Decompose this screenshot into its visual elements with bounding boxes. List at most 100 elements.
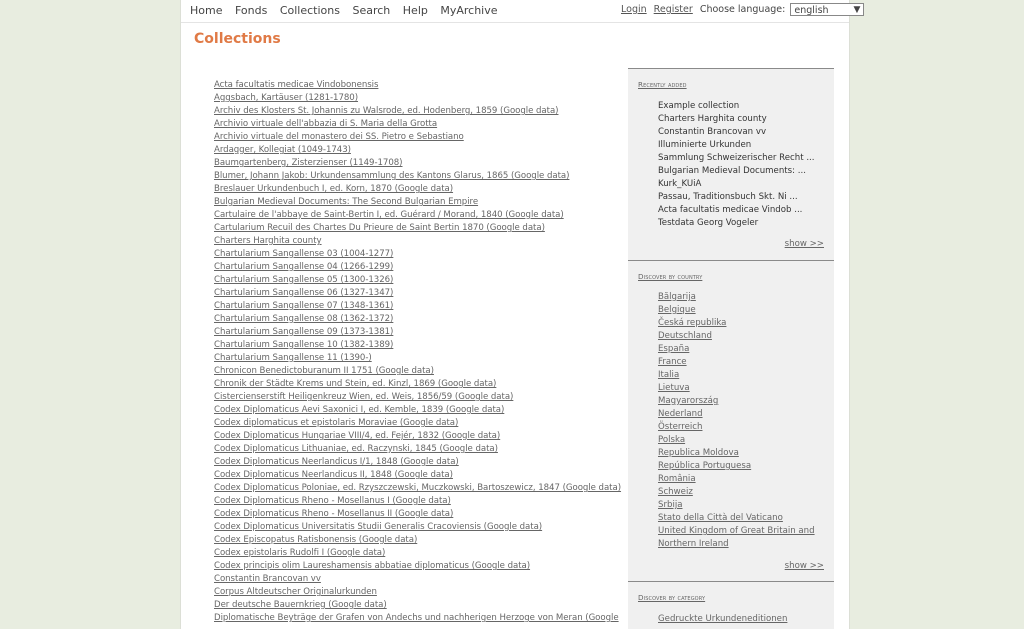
login-link[interactable]: Login (621, 4, 647, 15)
category-title[interactable]: Discover by category (638, 593, 705, 602)
recent-collection-item: Bulgarian Medieval Documents: ... (658, 166, 806, 176)
nav-myarchive[interactable]: MyArchive (440, 4, 497, 17)
country-link[interactable]: România (658, 473, 828, 486)
collection-link[interactable]: Charters Harghita county (214, 235, 634, 248)
country-link[interactable]: Lietuva (658, 382, 828, 395)
page-container: Home Fonds Collections Search Help MyArc… (180, 0, 865, 629)
collection-link[interactable]: Chartularium Sangallense 04 (1266-1299) (214, 261, 634, 274)
collection-link[interactable]: Chartularium Sangallense 05 (1300-1326) (214, 274, 634, 287)
collection-link[interactable]: Codex Diplomaticus Neerlandicus II, 1848… (214, 469, 634, 482)
country-link[interactable]: Nederland (658, 408, 828, 421)
collection-link[interactable]: Archiv des Klosters St. Johannis zu Wals… (214, 105, 634, 118)
recent-collection-item: Passau, Traditionsbuch Skt. Ni ... (658, 192, 798, 202)
collection-link[interactable]: Archivio virtuale dell'abbazia di S. Mar… (214, 118, 634, 131)
nav-collections[interactable]: Collections (280, 4, 340, 17)
recent-collection-item: Illuminierte Urkunden (658, 140, 752, 150)
country-show-link[interactable]: show >> (785, 561, 824, 571)
nav-search[interactable]: Search (352, 4, 390, 17)
language-select[interactable]: english ▼ (790, 3, 865, 16)
collection-link[interactable]: Chronicon Benedictoburanum II 1751 (Goog… (214, 365, 634, 378)
auth-area: Login Register Choose language: english … (621, 3, 865, 16)
collection-link[interactable]: Codex epistolaris Rudolfi I (Google data… (214, 547, 634, 560)
nav-help[interactable]: Help (403, 4, 428, 17)
collection-link[interactable]: Codex Diplomaticus Aevi Saxonici I, ed. … (214, 404, 634, 417)
country-link[interactable]: Bălgarija (658, 291, 828, 304)
register-link[interactable]: Register (654, 4, 693, 15)
collection-link[interactable]: Codex diplomaticus et epistolaris Moravi… (214, 417, 634, 430)
language-select-value: english (794, 5, 829, 16)
collection-link[interactable]: Chartularium Sangallense 07 (1348-1361) (214, 300, 634, 313)
country-link[interactable]: Srbija (658, 499, 828, 512)
collection-link[interactable]: Codex principis olim Laureshamensis abba… (214, 560, 634, 573)
category-link[interactable]: Gedruckte Urkundeneditionen (658, 613, 787, 626)
recently-added-title[interactable]: Recently added (638, 80, 687, 89)
main-nav: Home Fonds Collections Search Help MyArc… (190, 4, 507, 17)
collections-list: Acta facultatis medicae Vindobonensis Agg… (214, 79, 634, 625)
collection-link[interactable]: Chartularium Sangallense 06 (1327-1347) (214, 287, 634, 300)
country-link[interactable]: Italia (658, 369, 828, 382)
country-title[interactable]: Discover by country (638, 272, 702, 281)
collection-link[interactable]: Ardagger, Kollegiat (1049-1743) (214, 144, 634, 157)
collection-link[interactable]: Bulgarian Medieval Documents: The Second… (214, 196, 634, 209)
collection-link[interactable]: Archivio virtuale del monastero dei SS. … (214, 131, 634, 144)
recent-collection-item: Acta facultatis medicae Vindob ... (658, 205, 803, 215)
collection-link[interactable]: Breslauer Urkundenbuch I, ed. Korn, 1870… (214, 183, 634, 196)
recently-added-list: Example collection Charters Harghita coun… (658, 100, 815, 230)
country-link[interactable]: France (658, 356, 828, 369)
recent-collection-item: Example collection (658, 101, 740, 111)
country-link[interactable]: España (658, 343, 828, 356)
country-link[interactable]: Stato della Città del Vaticano (658, 512, 828, 525)
sidebar-divider (628, 581, 834, 582)
page-title: Collections (194, 31, 281, 47)
collection-link[interactable]: Codex Diplomaticus Neerlandicus I/1, 184… (214, 456, 634, 469)
recent-collection-item: Sammlung Schweizerischer Recht ... (658, 153, 815, 163)
country-link[interactable]: Österreich (658, 421, 828, 434)
collection-link[interactable]: Codex Diplomaticus Rheno - Mosellanus II… (214, 508, 634, 521)
collection-link[interactable]: Acta facultatis medicae Vindobonensis (214, 79, 634, 92)
country-link[interactable]: Schweiz (658, 486, 828, 499)
top-navigation-bar: Home Fonds Collections Search Help MyArc… (181, 0, 865, 23)
recent-collection-item: Kurk_KUiA (658, 179, 702, 189)
recently-added-show-link[interactable]: show >> (785, 239, 824, 249)
sidebar: Recently added Example collection Charter… (628, 68, 834, 629)
collection-link[interactable]: Codex Diplomaticus Hungariae VIII/4, ed.… (214, 430, 634, 443)
collection-link[interactable]: Blumer, Johann Jakob: Urkundensammlung d… (214, 170, 634, 183)
country-link[interactable]: Deutschland (658, 330, 828, 343)
recent-collection-item: Constantin Brancovan vv (658, 127, 767, 137)
dropdown-arrow-icon: ▼ (853, 5, 861, 15)
category-list: Gedruckte Urkundeneditionen (658, 613, 787, 626)
collection-link[interactable]: Aggsbach, Kartäuser (1281-1780) (214, 92, 634, 105)
country-link[interactable]: Magyarország (658, 395, 828, 408)
country-link[interactable]: Republica Moldova (658, 447, 828, 460)
collection-link[interactable]: Chartularium Sangallense 09 (1373-1381) (214, 326, 634, 339)
country-link[interactable]: Belgique (658, 304, 828, 317)
collection-link[interactable]: Chronik der Städte Krems und Stein, ed. … (214, 378, 634, 391)
choose-language-label: Choose language: (699, 4, 786, 15)
country-link[interactable]: Polska (658, 434, 828, 447)
collection-link[interactable]: Corpus Altdeutscher Originalurkunden (214, 586, 634, 599)
country-link[interactable]: Česká republika (658, 317, 828, 330)
collection-link[interactable]: Cartularium Recuil des Chartes Du Prieur… (214, 222, 634, 235)
collection-link[interactable]: Der deutsche Bauernkrieg (Google data) (214, 599, 634, 612)
collection-link[interactable]: Codex Diplomaticus Rheno - Mosellanus I … (214, 495, 634, 508)
country-link[interactable]: United Kingdom of Great Britain and Nort… (658, 525, 828, 551)
collection-link[interactable]: Codex Diplomaticus Poloniae, ed. Rzyszcz… (214, 482, 634, 495)
collection-link[interactable]: Diplomatische Beyträge der Grafen von An… (214, 612, 634, 625)
collection-link[interactable]: Baumgartenberg, Zisterzienser (1149-1708… (214, 157, 634, 170)
collection-link[interactable]: Chartularium Sangallense 03 (1004-1277) (214, 248, 634, 261)
collection-link[interactable]: Codex Diplomaticus Lithuaniae, ed. Raczy… (214, 443, 634, 456)
collection-link[interactable]: Codex Episcopatus Ratisbonensis (Google … (214, 534, 634, 547)
collection-link[interactable]: Cistercienserstift Heiligenkreuz Wien, e… (214, 391, 634, 404)
sidebar-divider (628, 68, 834, 69)
collection-link[interactable]: Codex Diplomaticus Universitatis Studii … (214, 521, 634, 534)
recent-collection-item: Testdata Georg Vogeler (658, 218, 759, 228)
nav-home[interactable]: Home (190, 4, 222, 17)
collection-link[interactable]: Chartularium Sangallense 11 (1390-) (214, 352, 634, 365)
country-list: Bălgarija Belgique Česká republika Deutschl… (658, 291, 828, 551)
country-link[interactable]: República Portuguesa (658, 460, 828, 473)
collection-link[interactable]: Constantin Brancovan vv (214, 573, 634, 586)
collection-link[interactable]: Chartularium Sangallense 10 (1382-1389) (214, 339, 634, 352)
nav-fonds[interactable]: Fonds (235, 4, 267, 17)
collection-link[interactable]: Cartulaire de l'abbaye de Saint-Bertin I… (214, 209, 634, 222)
collection-link[interactable]: Chartularium Sangallense 08 (1362-1372) (214, 313, 634, 326)
